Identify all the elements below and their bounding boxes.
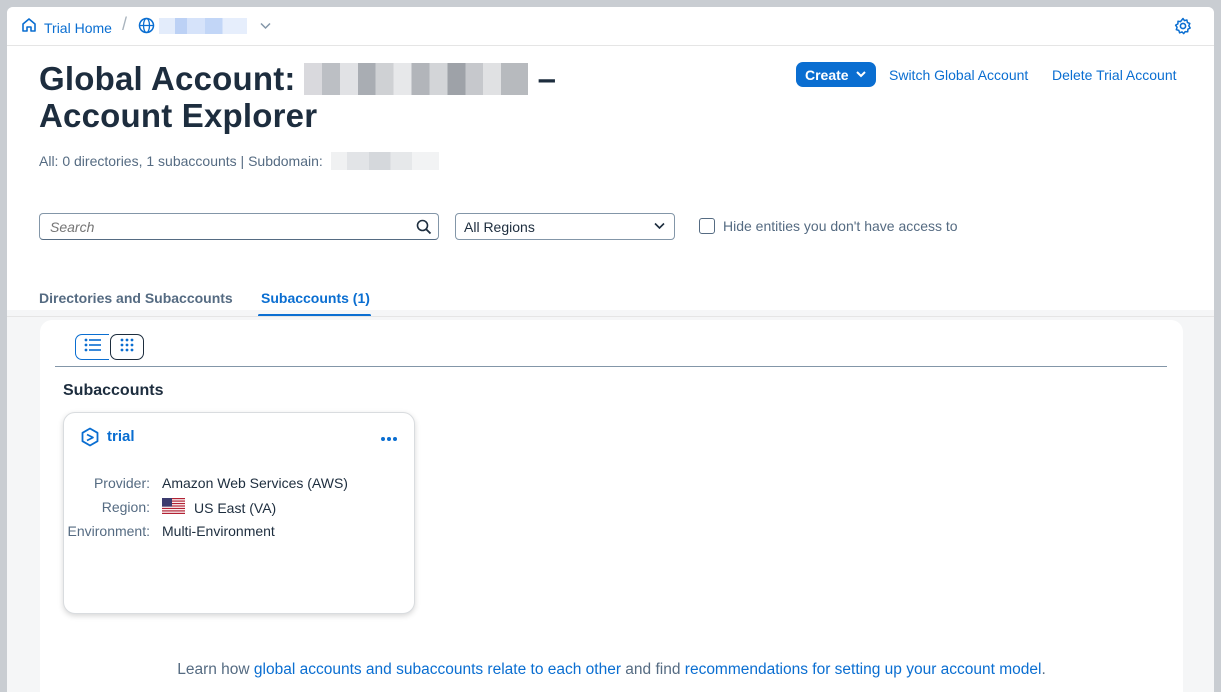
title-line-2: Account Explorer <box>39 97 318 134</box>
title-prefix: Global Account: <box>39 60 296 97</box>
subaccount-name-link[interactable]: trial <box>107 428 135 445</box>
subaccount-card[interactable]: trial Provider: Amazon Web Services (AWS… <box>63 412 415 614</box>
provider-value-text: Amazon Web Services (AWS) <box>162 475 348 491</box>
content-panel: Subaccounts trial Provider: Amazon Web S… <box>40 320 1183 692</box>
note-text-3: . <box>1041 661 1046 678</box>
section-title: Subaccounts <box>63 382 164 399</box>
redacted-subdomain <box>330 152 439 170</box>
header-divider <box>7 316 1214 317</box>
breadcrumb-home[interactable]: Trial Home <box>21 17 112 38</box>
grid-icon <box>119 337 135 358</box>
provider-value: Amazon Web Services (AWS) <box>162 475 348 491</box>
region-select-value: All Regions <box>464 218 535 235</box>
list-view-button[interactable] <box>75 334 109 360</box>
page-title: Global Account: – Account Explorer <box>39 60 556 134</box>
summary-text: All: 0 directories, 1 subaccounts | Subd… <box>39 153 323 169</box>
chevron-down-icon[interactable] <box>259 19 272 37</box>
gear-icon[interactable] <box>1174 17 1192 40</box>
grid-view-button[interactable] <box>110 334 144 360</box>
breadcrumb-separator: / <box>122 14 128 34</box>
tab-directories-and-subaccounts[interactable]: Directories and Subaccounts <box>39 290 233 306</box>
chevron-down-icon <box>653 219 666 235</box>
breadcrumb-home-label: Trial Home <box>44 19 112 36</box>
redacted-account-name <box>159 18 247 34</box>
delete-trial-account-button[interactable]: Delete Trial Account <box>1052 67 1177 83</box>
app-window: Trial Home / Global Account: – Account E… <box>7 7 1214 692</box>
page-header: Global Account: – Account Explorer All: … <box>7 46 1214 317</box>
hide-entities-label: Hide entities you don't have access to <box>723 218 958 234</box>
region-value: US East (VA) <box>162 498 276 517</box>
account-summary: All: 0 directories, 1 subaccounts | Subd… <box>39 152 439 170</box>
region-select[interactable]: All Regions <box>455 213 675 240</box>
tab-subaccounts[interactable]: Subaccounts (1) <box>261 290 370 306</box>
note-text-1: Learn how <box>177 661 254 678</box>
provider-label: Provider: <box>93 475 150 491</box>
hide-entities-checkbox[interactable] <box>699 218 715 234</box>
more-options-icon[interactable] <box>380 429 398 447</box>
list-icon <box>84 338 102 357</box>
chevron-down-icon <box>855 67 867 83</box>
shell-bar: Trial Home / <box>7 7 1214 46</box>
account-relationship-link[interactable]: global accounts and subaccounts relate t… <box>254 661 621 678</box>
redacted-global-account-name <box>303 62 528 95</box>
region-value-text: US East (VA) <box>194 499 277 516</box>
view-toggle <box>75 334 144 360</box>
create-button-label: Create <box>805 66 849 83</box>
switch-global-account-button[interactable]: Switch Global Account <box>889 67 1028 83</box>
create-button[interactable]: Create <box>796 62 876 87</box>
note-text-2: and find <box>621 661 685 678</box>
search-field <box>39 213 439 240</box>
subaccount-icon <box>80 427 100 452</box>
environment-value-text: Multi-Environment <box>162 523 275 539</box>
search-icon[interactable] <box>416 219 432 240</box>
environment-label: Environment: <box>67 523 150 539</box>
home-icon <box>21 17 37 38</box>
environment-value: Multi-Environment <box>162 523 275 539</box>
toolbar-divider <box>55 366 1167 367</box>
recommendations-link[interactable]: recommendations for setting up your acco… <box>685 661 1042 678</box>
us-flag-icon <box>162 498 185 517</box>
region-label: Region: <box>101 499 150 515</box>
search-input[interactable] <box>40 214 400 239</box>
learn-more-note: Learn how global accounts and subaccount… <box>40 661 1183 679</box>
title-dash: – <box>537 60 557 97</box>
globe-icon[interactable] <box>138 17 155 39</box>
